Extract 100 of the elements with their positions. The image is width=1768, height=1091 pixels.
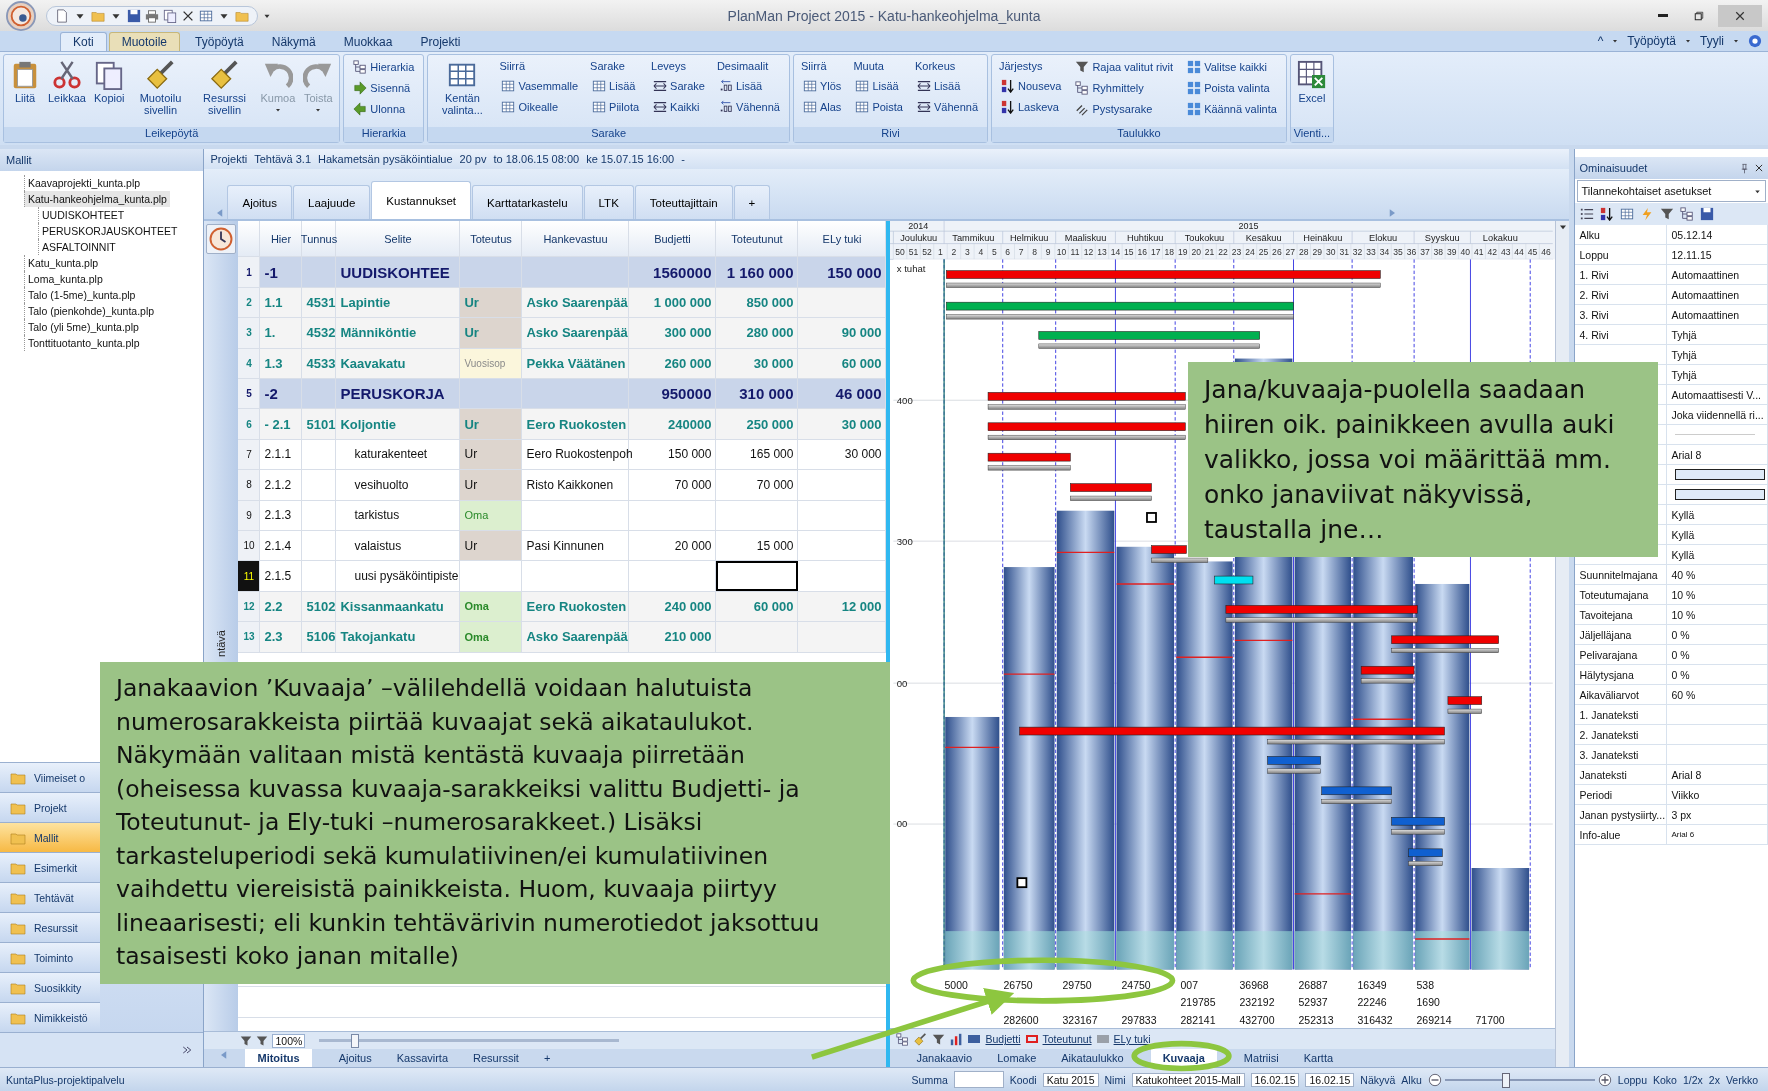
ribbon-button[interactable]: Sarake	[651, 77, 707, 96]
ribbon-button[interactable]: Liitä	[8, 58, 42, 125]
column-header[interactable]: Hankevastuu	[522, 221, 630, 257]
tab[interactable]: +	[733, 185, 771, 220]
ribbon-menu-item[interactable]: Työpöytä	[1627, 34, 1676, 49]
plus-circle-icon[interactable]	[1597, 1072, 1612, 1087]
gantt-bar[interactable]	[1151, 545, 1188, 555]
ribbon-button[interactable]: Vasemmalle	[499, 77, 581, 96]
gantt-bar[interactable]	[1039, 331, 1261, 341]
property-value[interactable]: 40 %	[1667, 565, 1768, 585]
property-value[interactable]: 3 px	[1667, 805, 1768, 825]
tree-item[interactable]: ASFALTOINNIT	[38, 239, 119, 256]
row-number[interactable]: 8	[238, 470, 261, 500]
baseline-bar[interactable]	[1321, 799, 1393, 805]
ribbon-button[interactable]: Pystysarake	[1073, 100, 1176, 119]
property-value[interactable]: 0 %	[1667, 625, 1768, 645]
ribbon-button[interactable]: Rajaa valitut rivit	[1073, 58, 1176, 77]
zoom-slider[interactable]	[351, 1034, 360, 1049]
column-header[interactable]: Budjetti	[629, 221, 717, 257]
navigation-button[interactable]: Resurssit	[0, 912, 100, 943]
property-value[interactable]: 12.11.15	[1667, 245, 1768, 265]
gantt-bar[interactable]	[946, 270, 1382, 280]
gantt-bar[interactable]	[1070, 483, 1153, 493]
tab[interactable]: Kartta	[1291, 1049, 1346, 1068]
ribbon-tab[interactable]: Näkymä	[258, 32, 329, 52]
row-number[interactable]: 9	[238, 500, 261, 530]
tree-item[interactable]: Katu_kunta.plp	[24, 255, 102, 272]
column-header[interactable]: Tunnus	[302, 221, 337, 257]
tree-item[interactable]: PERUSKORJAUSKOHTEET	[38, 223, 181, 240]
baseline-bar[interactable]	[1039, 344, 1261, 350]
ribbon-button[interactable]: Ulonna	[351, 100, 417, 119]
row-number[interactable]: 7	[238, 439, 261, 470]
ribbon-tab[interactable]: Työpöytä	[182, 32, 257, 52]
tree-icon[interactable]	[896, 1032, 910, 1046]
property-value[interactable]: Automaattinen	[1667, 265, 1768, 285]
ribbon-button[interactable]: Excel	[1294, 58, 1329, 125]
zoom-slider[interactable]	[1502, 1072, 1511, 1088]
ribbon-tab[interactable]: Projekti	[407, 32, 474, 52]
funnel-icon[interactable]	[240, 1034, 253, 1047]
navigation-button[interactable]: Esimerkit	[0, 852, 100, 883]
property-value[interactable]: Kyllä	[1667, 545, 1768, 565]
row-number[interactable]: 10	[238, 530, 261, 561]
column-header[interactable]: Toteutunut	[716, 221, 799, 257]
tab[interactable]: +	[531, 1049, 563, 1068]
tab[interactable]: Matriisi	[1231, 1049, 1291, 1068]
tab[interactable]: Kustannukset	[371, 181, 472, 220]
property-value[interactable]: 05.12.14	[1667, 225, 1768, 245]
status-label[interactable]: Alku	[1401, 1073, 1422, 1086]
tab[interactable]: Resurssit	[461, 1049, 531, 1068]
status-label[interactable]: Summa	[911, 1073, 948, 1086]
tree-item[interactable]: Loma_kunta.plp	[24, 271, 106, 288]
gantt-bar[interactable]	[988, 422, 1187, 432]
tab[interactable]: Lomake	[985, 1049, 1049, 1068]
legend-label[interactable]: Budjetti	[985, 1033, 1021, 1046]
baseline-bar[interactable]	[1267, 739, 1446, 745]
row-number[interactable]: 4	[238, 348, 261, 378]
tab[interactable]: Toteuttajittain	[634, 185, 733, 220]
property-value[interactable]: 0 %	[1667, 665, 1768, 685]
baseline-bar[interactable]	[1391, 829, 1446, 835]
property-value[interactable]: Tyhjä	[1667, 345, 1768, 365]
property-value[interactable]: Arial 8	[1667, 765, 1768, 785]
color-swatch[interactable]	[1675, 469, 1766, 481]
funnel-icon[interactable]	[256, 1034, 269, 1047]
property-value[interactable]: Automaattinen	[1667, 285, 1768, 305]
close-icon[interactable]	[1754, 163, 1764, 174]
tab[interactable]: Ajoitus	[227, 185, 292, 220]
tree-icon[interactable]	[1680, 207, 1695, 222]
baseline-bar[interactable]	[946, 283, 1381, 289]
column-header[interactable]: Toteutus	[460, 221, 523, 257]
row-number[interactable]: 13	[238, 622, 261, 652]
ribbon-button[interactable]: Piilota	[590, 98, 642, 117]
tab[interactable]: Karttatarkastelu	[472, 185, 583, 220]
baseline-bar[interactable]	[1267, 769, 1322, 774]
pages-icon[interactable]	[163, 8, 177, 23]
tree-item[interactable]: Talo (pienkohde)_kunta.plp	[24, 303, 158, 320]
tab[interactable]: Laajuude	[293, 185, 371, 220]
gantt-bar[interactable]	[1321, 787, 1393, 796]
property-value[interactable]: 10 %	[1667, 585, 1768, 605]
status-label[interactable]: 1/2x	[1682, 1073, 1703, 1086]
ribbon-menu-item[interactable]: Tyyli	[1700, 34, 1724, 49]
gantt-bar[interactable]	[1214, 576, 1254, 585]
ribbon-tab[interactable]: Muotoile	[108, 32, 181, 52]
property-value[interactable]: 60 %	[1667, 685, 1768, 705]
status-label[interactable]: Koko	[1653, 1073, 1677, 1086]
property-value[interactable]: Automaattisesti V...	[1667, 385, 1768, 405]
ribbon-button[interactable]: Hierarkia	[351, 58, 417, 77]
gantt-bar[interactable]	[1391, 635, 1500, 645]
sort-icon[interactable]	[1600, 207, 1615, 222]
navigation-button[interactable]: Tehtävät	[0, 882, 100, 913]
status-label[interactable]: Näkyvä	[1360, 1073, 1396, 1086]
ribbon-button[interactable]: Poista valinta	[1185, 79, 1279, 98]
orb-icon[interactable]	[6, 0, 36, 31]
property-value[interactable]: 0 %	[1667, 645, 1768, 665]
ribbon-button[interactable]: Lisää	[914, 77, 980, 96]
row-number[interactable]: 11	[238, 561, 261, 591]
property-value[interactable]: Arial 8	[1667, 445, 1768, 465]
property-value[interactable]: Arial 6	[1667, 825, 1768, 845]
row-number[interactable]: 5	[238, 379, 261, 409]
property-value[interactable]: Kyllä	[1667, 525, 1768, 545]
table-icon[interactable]	[1620, 207, 1635, 222]
